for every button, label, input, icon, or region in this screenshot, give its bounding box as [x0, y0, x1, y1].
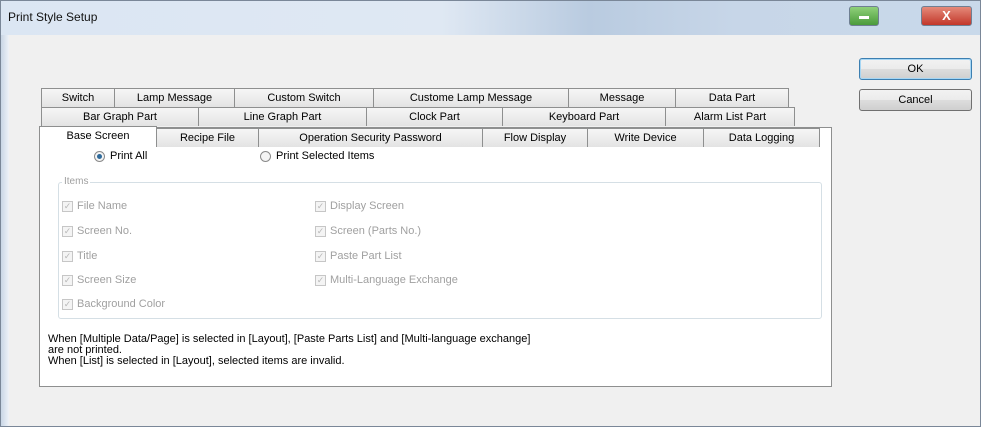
tab-alarm-list-part[interactable]: Alarm List Part	[665, 107, 795, 126]
multi-language-exchange-label: Multi-Language Exchange	[330, 274, 458, 286]
file-name-checkbox[interactable]: ✓ File Name	[62, 200, 127, 212]
tab-custome-lamp-message[interactable]: Custome Lamp Message	[373, 88, 569, 107]
tab-base-screen[interactable]: Base Screen	[39, 126, 157, 147]
tab-custom-switch[interactable]: Custom Switch	[234, 88, 374, 107]
checkmark-icon: ✓	[315, 200, 326, 212]
screen-size-checkbox[interactable]: ✓ Screen Size	[62, 274, 136, 286]
items-group-box	[58, 182, 822, 319]
window-title: Print Style Setup	[8, 10, 98, 24]
file-name-label: File Name	[77, 200, 128, 212]
checkmark-icon: ✓	[62, 298, 73, 310]
tab-flow-display[interactable]: Flow Display	[482, 128, 588, 147]
checkmark-icon: ✓	[315, 225, 326, 237]
checkmark-icon: ✓	[62, 225, 73, 237]
items-group-label: Items	[62, 176, 91, 187]
background-color-label: Background Color	[77, 298, 166, 310]
tab-clock-part[interactable]: Clock Part	[366, 107, 503, 126]
tab-write-device[interactable]: Write Device	[587, 128, 704, 147]
display-screen-checkbox[interactable]: ✓ Display Screen	[315, 200, 404, 212]
note-line-3: When [List] is selected in [Layout], sel…	[48, 355, 345, 367]
checkmark-icon: ✓	[315, 250, 326, 262]
tab-recipe-file[interactable]: Recipe File	[156, 128, 259, 147]
multi-language-exchange-checkbox[interactable]: ✓ Multi-Language Exchange	[315, 274, 458, 286]
print-style-setup-dialog: Print Style Setup X Switch Lamp Message …	[0, 0, 981, 427]
print-selected-items-label: Print Selected Items	[276, 150, 375, 162]
minimize-button[interactable]	[849, 6, 879, 26]
tab-lamp-message[interactable]: Lamp Message	[114, 88, 235, 107]
print-selected-items-radio[interactable]: Print Selected Items	[260, 150, 374, 162]
close-button[interactable]: X	[921, 6, 972, 26]
tab-bar-graph-part[interactable]: Bar Graph Part	[41, 107, 199, 126]
tab-row-2: Bar Graph Part Line Graph Part Clock Par…	[41, 107, 795, 126]
minimize-icon	[859, 16, 869, 19]
checkmark-icon: ✓	[62, 274, 73, 286]
tab-message[interactable]: Message	[568, 88, 676, 107]
title-bar[interactable]: Print Style Setup X	[1, 1, 980, 35]
checkmark-icon: ✓	[62, 200, 73, 212]
screen-parts-no-label: Screen (Parts No.)	[330, 225, 422, 237]
window-border	[1, 35, 9, 426]
screen-size-label: Screen Size	[77, 274, 137, 286]
paste-part-list-label: Paste Part List	[330, 250, 402, 262]
tab-operation-security-password[interactable]: Operation Security Password	[258, 128, 483, 147]
tab-line-graph-part[interactable]: Line Graph Part	[198, 107, 367, 126]
radio-selected-icon	[94, 150, 105, 162]
ok-button[interactable]: OK	[859, 58, 972, 80]
screen-no-label: Screen No.	[77, 225, 133, 237]
title-label: Title	[77, 250, 98, 262]
screen-parts-no-checkbox[interactable]: ✓ Screen (Parts No.)	[315, 225, 421, 237]
checkmark-icon: ✓	[315, 274, 326, 286]
tab-switch[interactable]: Switch	[41, 88, 115, 107]
background-color-checkbox[interactable]: ✓ Background Color	[62, 298, 165, 310]
tab-data-logging[interactable]: Data Logging	[703, 128, 820, 147]
tab-data-part[interactable]: Data Part	[675, 88, 789, 107]
screen-no-checkbox[interactable]: ✓ Screen No.	[62, 225, 132, 237]
tab-row-1: Switch Lamp Message Custom Switch Custom…	[41, 88, 789, 107]
print-all-radio[interactable]: Print All	[94, 150, 147, 162]
title-checkbox[interactable]: ✓ Title	[62, 250, 97, 262]
paste-part-list-checkbox[interactable]: ✓ Paste Part List	[315, 250, 402, 262]
radio-unselected-icon	[260, 150, 271, 162]
print-all-label: Print All	[110, 150, 148, 162]
display-screen-label: Display Screen	[330, 200, 404, 212]
cancel-button[interactable]: Cancel	[859, 89, 972, 111]
checkmark-icon: ✓	[62, 250, 73, 262]
tab-row-3: Base Screen Recipe File Operation Securi…	[39, 126, 820, 147]
tab-keyboard-part[interactable]: Keyboard Part	[502, 107, 666, 126]
